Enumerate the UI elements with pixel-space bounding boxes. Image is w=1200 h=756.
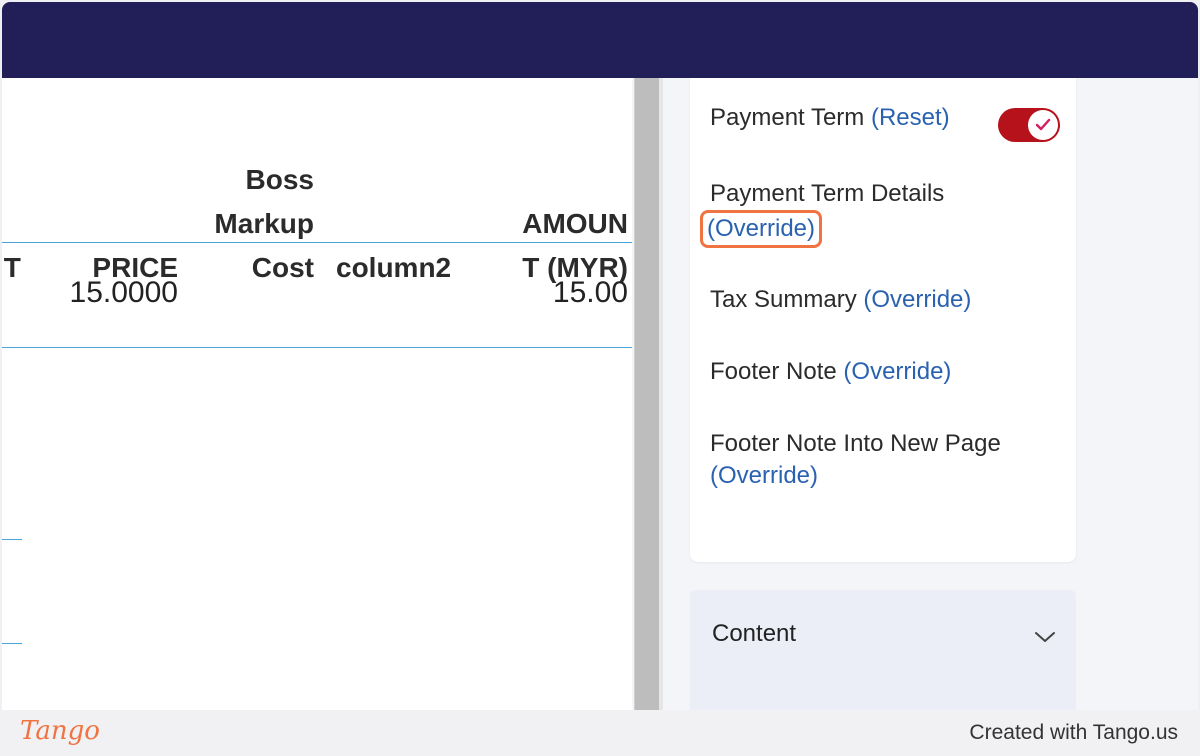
header-boss-markup-cost: Boss Markup Cost	[214, 164, 314, 283]
created-with-credit: Created with Tango.us	[969, 721, 1178, 744]
payment-term-toggle[interactable]	[998, 108, 1060, 142]
header-unit: IT	[2, 252, 21, 283]
row-price: 15.0000	[69, 276, 178, 309]
option-footer-note-new-page: Footer Note Into New Page (Override)	[710, 428, 1060, 492]
payment-term-label: Payment Term	[710, 104, 865, 131]
tango-logo: Tango	[20, 716, 100, 746]
preview-scrollbar[interactable]	[634, 78, 660, 710]
check-icon	[1035, 118, 1051, 131]
payment-term-details-label: Payment Term Details	[710, 180, 945, 207]
top-navigation-bar	[2, 2, 1198, 78]
option-footer-note: Footer Note (Override)	[710, 356, 1040, 388]
option-payment-term: Payment Term (Reset)	[710, 102, 980, 134]
document-preview: IT PRICE Boss Markup Cost column2 AMOUN …	[2, 78, 632, 710]
scrollbar-track	[659, 78, 663, 710]
accordion-title: Content	[712, 620, 797, 647]
chevron-down-icon[interactable]	[1034, 630, 1056, 644]
tax-summary-override-link[interactable]: (Override)	[863, 286, 971, 313]
row-amount: 15.00	[552, 276, 628, 309]
settings-panel: Payment Term (Reset) Payment Term Detail…	[690, 78, 1076, 562]
table-header: IT PRICE Boss Markup Cost column2 AMOUN …	[2, 158, 632, 290]
header-divider	[2, 242, 632, 243]
option-payment-term-details: Payment Term Details (Override)	[700, 178, 1040, 248]
summary-divider	[2, 643, 22, 644]
footer-note-override-link[interactable]: (Override)	[843, 358, 951, 385]
content-accordion[interactable]: Content	[690, 590, 1076, 710]
footer-note-new-page-override-link[interactable]: (Override)	[710, 462, 818, 489]
option-tax-summary: Tax Summary (Override)	[710, 284, 1040, 316]
app-window: IT PRICE Boss Markup Cost column2 AMOUN …	[2, 2, 1198, 710]
tango-footer: Tango Created with Tango.us	[0, 710, 1200, 756]
toggle-knob	[1028, 110, 1058, 140]
payment-term-details-override-link[interactable]: (Override)	[700, 210, 823, 248]
footer-note-new-page-label: Footer Note Into New Page	[710, 430, 1001, 457]
tax-summary-label: Tax Summary	[710, 286, 857, 313]
summary-divider	[2, 539, 22, 540]
footer-note-label: Footer Note	[710, 358, 837, 385]
header-column2: column2	[336, 252, 452, 283]
row-divider	[2, 347, 632, 348]
payment-term-reset-link[interactable]: (Reset)	[871, 104, 950, 131]
